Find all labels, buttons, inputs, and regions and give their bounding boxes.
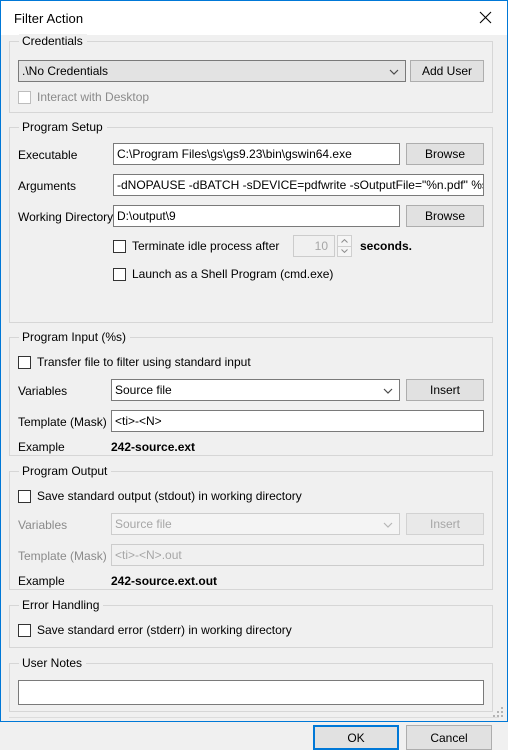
chevron-down-icon [383, 514, 393, 534]
input-insert-button[interactable]: Insert [406, 379, 484, 401]
error-handling-legend: Error Handling [19, 598, 103, 612]
output-variables-label: Variables [18, 517, 67, 533]
filter-action-dialog: Filter Action Credentials .\No Credentia… [0, 0, 508, 722]
working-directory-label: Working Directory [18, 209, 113, 225]
chevron-down-icon [383, 380, 393, 400]
terminate-idle-process-checkbox[interactable]: Terminate idle process after [113, 238, 279, 254]
input-variables-combobox[interactable]: Source file [111, 379, 400, 401]
chevron-down-icon [389, 61, 399, 81]
window-title: Filter Action [14, 11, 83, 26]
checkbox-box [113, 240, 126, 253]
credentials-legend: Credentials [19, 34, 87, 48]
input-template-input[interactable]: <ti>-<N> [111, 410, 484, 432]
arguments-input[interactable]: -dNOPAUSE -dBATCH -sDEVICE=pdfwrite -sOu… [113, 174, 484, 196]
idle-seconds-suffix: seconds. [360, 238, 412, 254]
save-stderr-label: Save standard error (stderr) in working … [37, 622, 292, 638]
transfer-file-stdin-checkbox[interactable]: Transfer file to filter using standard i… [18, 354, 251, 370]
executable-browse-button[interactable]: Browse [406, 143, 484, 165]
output-template-label: Template (Mask) [18, 548, 107, 564]
program-output-legend: Program Output [19, 464, 111, 478]
title-bar: Filter Action [1, 1, 507, 35]
checkbox-box [113, 268, 126, 281]
output-template-input: <ti>-<N>.out [111, 544, 484, 566]
idle-seconds-stepper[interactable] [337, 235, 352, 257]
input-variables-value: Source file [115, 383, 172, 397]
interact-with-desktop-label: Interact with Desktop [37, 89, 149, 105]
credentials-combobox[interactable]: .\No Credentials [18, 60, 406, 82]
terminate-idle-process-label: Terminate idle process after [132, 238, 279, 254]
arguments-label: Arguments [18, 178, 76, 194]
executable-input[interactable]: C:\Program Files\gs\gs9.23\bin\gswin64.e… [113, 143, 400, 165]
close-icon[interactable] [463, 1, 507, 34]
output-example-value: 242-source.ext.out [111, 573, 217, 589]
user-notes-legend: User Notes [19, 656, 86, 670]
dialog-body: Credentials .\No Credentials Add User In… [1, 35, 507, 721]
checkbox-box [18, 356, 31, 369]
idle-seconds-input[interactable]: 10 [293, 235, 335, 257]
checkbox-box [18, 490, 31, 503]
input-example-label: Example [18, 439, 65, 455]
checkbox-box [18, 624, 31, 637]
launch-shell-program-checkbox[interactable]: Launch as a Shell Program (cmd.exe) [113, 266, 333, 282]
resize-grip[interactable] [493, 707, 504, 718]
ok-button[interactable]: OK [313, 725, 399, 750]
save-stdout-checkbox[interactable]: Save standard output (stdout) in working… [18, 488, 302, 504]
stepper-down-icon[interactable] [337, 246, 352, 258]
output-variables-value: Source file [115, 517, 172, 531]
save-stdout-label: Save standard output (stdout) in working… [37, 488, 302, 504]
input-example-value: 242-source.ext [111, 439, 195, 455]
stepper-up-icon[interactable] [337, 235, 352, 246]
transfer-file-stdin-label: Transfer file to filter using standard i… [37, 354, 251, 370]
footer-divider [9, 717, 499, 718]
working-directory-input[interactable]: D:\output\9 [113, 205, 400, 227]
output-example-label: Example [18, 573, 65, 589]
executable-label: Executable [18, 147, 77, 163]
output-variables-combobox: Source file [111, 513, 400, 535]
launch-shell-program-label: Launch as a Shell Program (cmd.exe) [132, 266, 333, 282]
program-setup-legend: Program Setup [19, 120, 107, 134]
cancel-button[interactable]: Cancel [406, 725, 492, 750]
user-notes-input[interactable] [18, 680, 484, 705]
checkbox-box [18, 91, 31, 104]
input-template-label: Template (Mask) [18, 414, 107, 430]
program-input-legend: Program Input (%s) [19, 330, 130, 344]
add-user-button[interactable]: Add User [410, 60, 484, 82]
output-insert-button: Insert [406, 513, 484, 535]
save-stderr-checkbox[interactable]: Save standard error (stderr) in working … [18, 622, 292, 638]
working-directory-browse-button[interactable]: Browse [406, 205, 484, 227]
input-variables-label: Variables [18, 383, 67, 399]
interact-with-desktop-checkbox: Interact with Desktop [18, 89, 149, 105]
credentials-combobox-value: .\No Credentials [22, 64, 108, 78]
